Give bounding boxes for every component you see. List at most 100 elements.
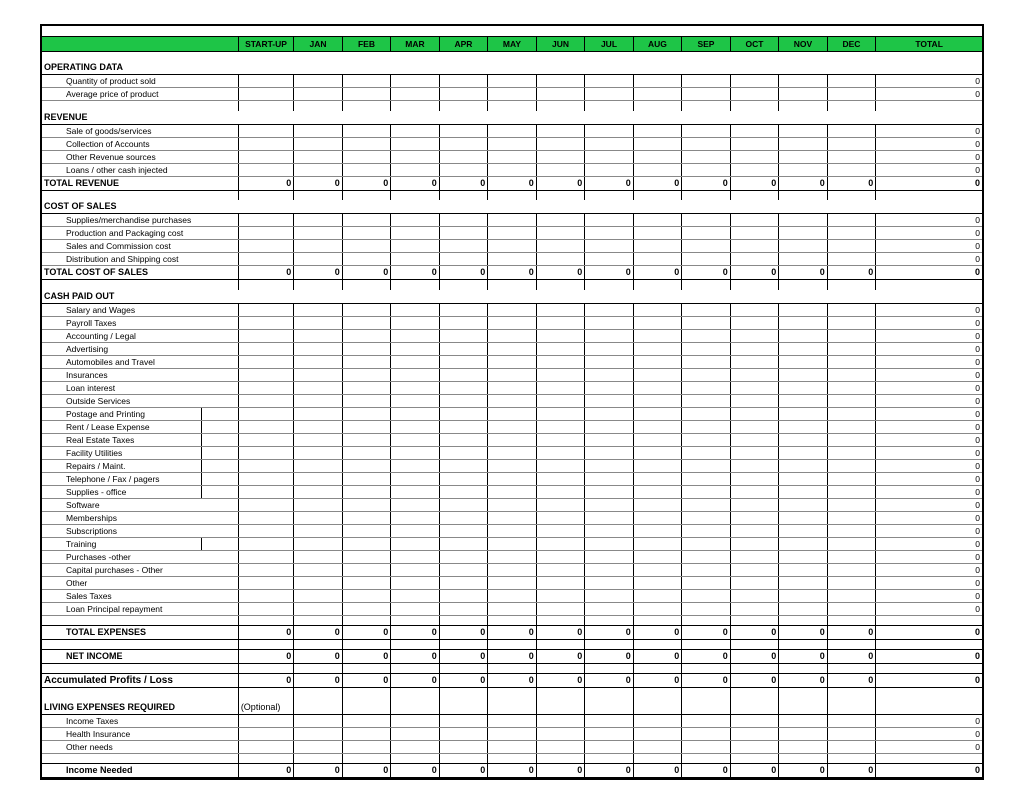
cell[interactable] [294, 214, 343, 227]
cell[interactable] [294, 550, 343, 563]
cell[interactable] [342, 381, 391, 394]
cell[interactable] [779, 316, 828, 329]
cell[interactable] [779, 150, 828, 163]
cell[interactable] [342, 316, 391, 329]
cell[interactable] [238, 537, 293, 550]
cell[interactable] [827, 446, 876, 459]
cell[interactable] [391, 227, 440, 240]
cell[interactable] [342, 240, 391, 253]
cell[interactable]: 0 [439, 649, 488, 663]
cell[interactable] [585, 368, 634, 381]
cell[interactable] [294, 459, 343, 472]
cell[interactable] [391, 602, 440, 615]
cell[interactable] [730, 537, 779, 550]
cell[interactable] [391, 150, 440, 163]
cell[interactable] [342, 368, 391, 381]
cell[interactable] [342, 446, 391, 459]
cell[interactable] [294, 137, 343, 150]
cell[interactable] [342, 485, 391, 498]
cell[interactable] [779, 576, 828, 589]
cell[interactable] [730, 498, 779, 511]
cell[interactable]: 0 [342, 764, 391, 778]
cell[interactable]: 0 [585, 266, 634, 280]
cell[interactable] [779, 728, 828, 741]
cell[interactable] [633, 459, 682, 472]
cell[interactable]: 0 [633, 625, 682, 639]
cell[interactable] [827, 75, 876, 88]
cell[interactable] [682, 163, 731, 176]
cell[interactable] [391, 524, 440, 537]
cell[interactable] [585, 446, 634, 459]
cell[interactable] [633, 407, 682, 420]
cell[interactable] [633, 537, 682, 550]
cell[interactable] [439, 741, 488, 754]
cell[interactable]: 0 [876, 625, 982, 639]
row-total[interactable]: 0 [876, 316, 982, 329]
cell[interactable]: 0 [779, 649, 828, 663]
cell[interactable] [439, 589, 488, 602]
cell[interactable] [439, 728, 488, 741]
row-total[interactable]: 0 [876, 715, 982, 728]
cell[interactable]: 0 [779, 266, 828, 280]
cell[interactable] [536, 137, 585, 150]
cell[interactable] [439, 420, 488, 433]
cell[interactable] [342, 420, 391, 433]
cell[interactable] [342, 524, 391, 537]
cell[interactable] [585, 602, 634, 615]
cell[interactable] [682, 124, 731, 137]
cell[interactable] [536, 446, 585, 459]
cell[interactable] [585, 150, 634, 163]
cell[interactable]: 0 [682, 673, 731, 687]
cell[interactable] [536, 342, 585, 355]
cell[interactable]: 0 [730, 649, 779, 663]
cell[interactable]: 0 [536, 764, 585, 778]
cell[interactable] [585, 433, 634, 446]
cell[interactable] [536, 498, 585, 511]
cell[interactable]: 0 [294, 673, 343, 687]
cell[interactable]: 0 [633, 673, 682, 687]
cell[interactable] [682, 227, 731, 240]
cell[interactable] [730, 741, 779, 754]
cell[interactable] [827, 342, 876, 355]
cell[interactable] [238, 550, 293, 563]
cell[interactable] [779, 602, 828, 615]
cell[interactable] [779, 137, 828, 150]
cell[interactable]: 0 [238, 764, 293, 778]
cell[interactable] [294, 446, 343, 459]
cell[interactable] [342, 576, 391, 589]
cell[interactable] [488, 316, 537, 329]
cell[interactable] [391, 163, 440, 176]
cell[interactable] [585, 498, 634, 511]
cell[interactable] [827, 329, 876, 342]
cell[interactable] [342, 88, 391, 101]
cell[interactable] [294, 240, 343, 253]
cell[interactable] [633, 485, 682, 498]
cell[interactable]: 0 [876, 673, 982, 687]
row-total[interactable]: 0 [876, 75, 982, 88]
cell[interactable] [488, 342, 537, 355]
cell[interactable] [439, 381, 488, 394]
cell[interactable]: 0 [876, 176, 982, 190]
cell[interactable] [536, 253, 585, 266]
cell[interactable]: 0 [488, 764, 537, 778]
cell[interactable] [238, 163, 293, 176]
cell[interactable] [391, 589, 440, 602]
cell[interactable] [294, 433, 343, 446]
cell[interactable] [827, 576, 876, 589]
cell[interactable]: 0 [342, 673, 391, 687]
cell[interactable] [488, 728, 537, 741]
cell[interactable] [730, 728, 779, 741]
cell[interactable] [536, 524, 585, 537]
cell[interactable] [238, 316, 293, 329]
cell[interactable] [730, 88, 779, 101]
row-total[interactable]: 0 [876, 303, 982, 316]
cell[interactable] [779, 498, 828, 511]
cell[interactable] [682, 342, 731, 355]
row-total[interactable]: 0 [876, 163, 982, 176]
cell[interactable] [730, 124, 779, 137]
cell[interactable] [536, 715, 585, 728]
cell[interactable] [391, 137, 440, 150]
cell[interactable] [633, 420, 682, 433]
cell[interactable] [682, 88, 731, 101]
cell[interactable] [730, 137, 779, 150]
